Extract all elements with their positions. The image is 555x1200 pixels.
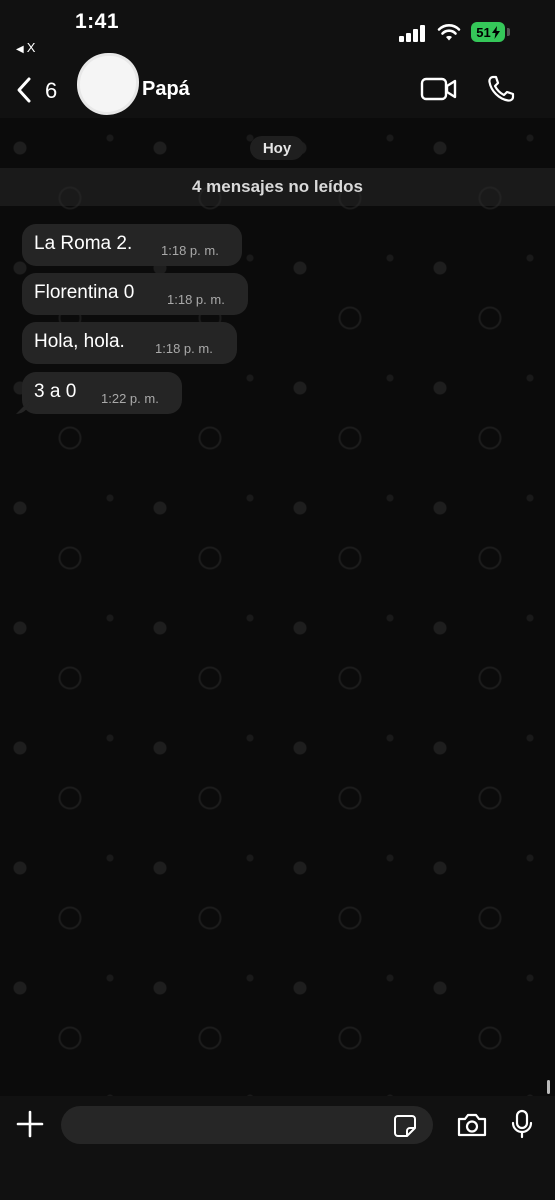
back-triangle-icon: ◀ [16,44,24,55]
back-app-label: X [26,40,36,55]
microphone-icon[interactable] [511,1109,533,1139]
charging-bolt-icon [491,25,500,39]
message-text: La Roma 2. [34,233,133,254]
chevron-left-icon[interactable] [14,76,34,104]
scrollbar[interactable] [547,1080,550,1094]
message-time: 1:22 p. m. [101,391,159,406]
avatar[interactable] [80,56,136,112]
back-to-app[interactable]: ◀ X [16,40,35,55]
video-camera-icon[interactable] [420,76,458,102]
unread-messages-banner: 4 mensajes no leídos [0,168,555,206]
sticker-icon[interactable] [393,1114,417,1138]
message-text: Florentina 0 [34,282,135,303]
camera-icon[interactable] [456,1112,488,1138]
message-input[interactable] [61,1106,433,1144]
phone-icon[interactable] [486,74,516,104]
status-time: 1:41 [75,10,120,33]
date-chip: Hoy [250,136,304,160]
plus-icon[interactable] [16,1110,44,1138]
message-bubble[interactable]: Hola, hola. 1:18 p. m. [22,322,237,364]
message-input-bar [0,1096,555,1200]
message-text: 3 a 0 [34,381,77,402]
unread-chats-count[interactable]: 6 [45,78,57,104]
battery-level: 51 [476,24,491,40]
contact-name[interactable]: Papá [142,78,190,101]
status-bar: 1:41 ◀ X 51 [0,0,555,62]
wifi-icon [437,24,461,41]
message-time: 1:18 p. m. [161,243,219,258]
message-bubble[interactable]: Florentina 0 1:18 p. m. [22,273,248,315]
chat-header: 6 Papá [0,56,555,118]
message-time: 1:18 p. m. [167,292,225,307]
message-time: 1:18 p. m. [155,341,213,356]
chat-messages-area[interactable]: Hoy 4 mensajes no leídos La Roma 2. 1:18… [0,118,555,1096]
battery-icon: 51 [471,22,511,42]
message-bubble[interactable]: La Roma 2. 1:18 p. m. [22,224,242,266]
cellular-signal-icon [399,24,429,42]
message-text: Hola, hola. [34,331,125,352]
message-bubble[interactable]: 3 a 0 1:22 p. m. [22,372,182,414]
